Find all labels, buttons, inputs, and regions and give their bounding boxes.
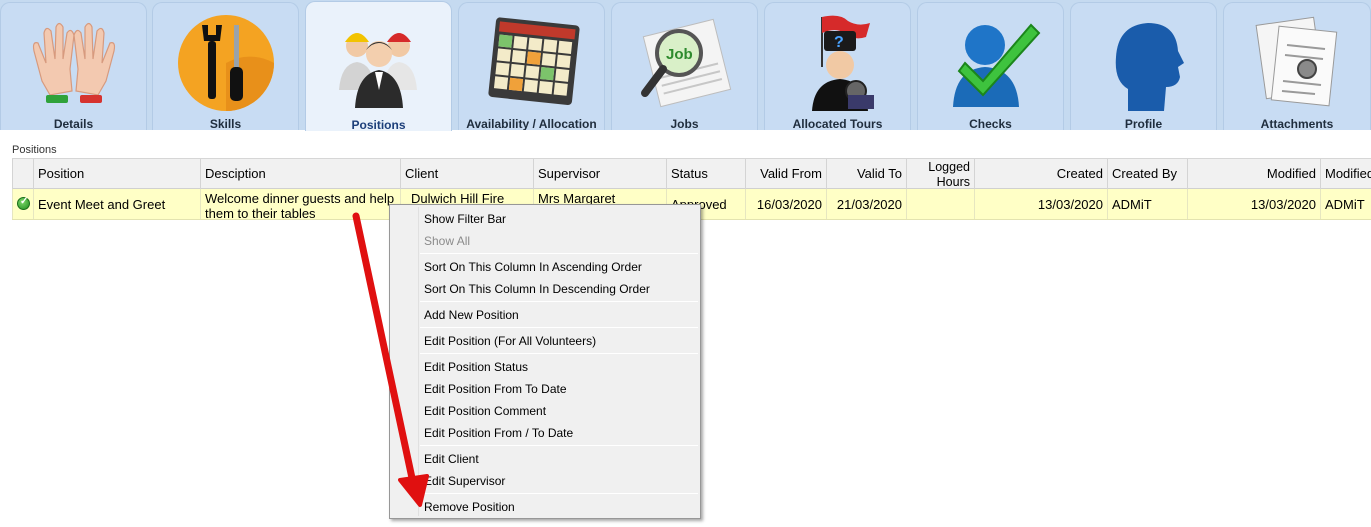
tab-label: Allocated Tours xyxy=(792,117,883,130)
tab-positions[interactable]: Positions xyxy=(305,1,452,131)
header-modified-by[interactable]: Modified xyxy=(1320,159,1371,189)
tab-label: Positions xyxy=(351,118,406,131)
menu-item-add-new-position[interactable]: Add New Position xyxy=(392,304,698,326)
context-menu: Show Filter Bar Show All Sort On This Co… xyxy=(389,204,701,519)
svg-text:Job: Job xyxy=(666,46,693,63)
cell-modified[interactable]: 13/03/2020 xyxy=(1187,189,1320,219)
cell-created[interactable]: 13/03/2020 xyxy=(974,189,1107,219)
tab-label: Skills xyxy=(209,117,242,130)
checkmark-person-icon xyxy=(952,23,1040,107)
svg-text:?: ? xyxy=(834,34,844,51)
menu-separator xyxy=(420,493,698,494)
menu-item-edit-position-all[interactable]: Edit Position (For All Volunteers) xyxy=(392,330,698,352)
cell-position[interactable]: Event Meet and Greet xyxy=(33,189,200,219)
tab-label: Checks xyxy=(969,117,1012,130)
tab-label: Profile xyxy=(1124,117,1163,130)
tools-icon xyxy=(177,15,274,111)
menu-item-sort-ascending[interactable]: Sort On This Column In Ascending Order xyxy=(392,256,698,278)
menu-separator xyxy=(420,353,698,354)
tab-attachments[interactable]: Attachments xyxy=(1223,2,1371,130)
menu-separator xyxy=(420,253,698,254)
cell-valid-from[interactable]: 16/03/2020 xyxy=(745,189,826,219)
tab-label: Availability / Allocation xyxy=(466,117,597,130)
menu-item-sort-descending[interactable]: Sort On This Column In Descending Order xyxy=(392,278,698,300)
approved-check-icon xyxy=(17,196,30,210)
header-valid-from[interactable]: Valid From xyxy=(745,159,826,189)
tab-allocated-tours[interactable]: ? Allocated Tours xyxy=(764,2,911,130)
cell-description[interactable]: Welcome dinner guests and help them to t… xyxy=(200,189,400,219)
header-supervisor[interactable]: Supervisor xyxy=(533,159,666,189)
cell-modified-by[interactable]: ADMiT xyxy=(1320,189,1371,219)
menu-item-edit-position-from-to-date[interactable]: Edit Position From To Date xyxy=(392,378,698,400)
header-indicator xyxy=(12,159,33,189)
tab-label: Details xyxy=(53,117,94,130)
menu-separator xyxy=(420,327,698,328)
menu-item-remove-position[interactable]: Remove Position xyxy=(392,496,698,518)
cell-logged-hours[interactable] xyxy=(906,189,974,219)
menu-separator xyxy=(420,445,698,446)
tab-checks[interactable]: Checks xyxy=(917,2,1064,130)
grid-caption: Positions xyxy=(12,144,57,156)
header-created-by[interactable]: Created By xyxy=(1107,159,1187,189)
tab-availability-allocation[interactable]: Availability / Allocation xyxy=(458,2,605,130)
header-logged-hours-line1: Logged xyxy=(928,160,970,174)
grid-header: Position Desciption Client Supervisor St… xyxy=(12,158,1371,189)
header-status[interactable]: Status xyxy=(666,159,745,189)
menu-item-show-filter-bar[interactable]: Show Filter Bar xyxy=(392,208,698,230)
menu-separator xyxy=(420,301,698,302)
cell-valid-to[interactable]: 21/03/2020 xyxy=(826,189,906,219)
people-icon xyxy=(338,33,417,108)
menu-item-edit-position-comment[interactable]: Edit Position Comment xyxy=(392,400,698,422)
menu-item-edit-client[interactable]: Edit Client xyxy=(392,448,698,470)
header-description[interactable]: Desciption xyxy=(200,159,400,189)
menu-item-edit-position-from-slash-to-date[interactable]: Edit Position From / To Date xyxy=(392,422,698,444)
menu-item-show-all[interactable]: Show All xyxy=(392,230,698,252)
hands-icon xyxy=(32,22,115,103)
header-logged-hours-line2: Hours xyxy=(936,175,970,189)
cell-created-by[interactable]: ADMiT xyxy=(1107,189,1187,219)
tour-flag-icon: ? xyxy=(811,15,874,111)
profile-head-icon xyxy=(1115,23,1184,111)
header-modified[interactable]: Modified xyxy=(1187,159,1320,189)
header-logged-hours[interactable]: Logged Hours xyxy=(906,159,974,189)
header-valid-to[interactable]: Valid To xyxy=(826,159,906,189)
row-status-indicator xyxy=(12,189,33,219)
header-position[interactable]: Position xyxy=(33,159,200,189)
job-search-icon: Job xyxy=(640,18,731,108)
calendar-icon xyxy=(487,17,580,105)
menu-item-edit-supervisor[interactable]: Edit Supervisor xyxy=(392,470,698,492)
tab-label: Attachments xyxy=(1260,117,1334,130)
tab-profile[interactable]: Profile xyxy=(1070,2,1217,130)
header-client[interactable]: Client xyxy=(400,159,533,189)
tab-skills[interactable]: Skills xyxy=(152,2,299,130)
tab-label: Jobs xyxy=(670,117,699,130)
documents-icon xyxy=(1255,16,1338,107)
header-created[interactable]: Created xyxy=(974,159,1107,189)
menu-item-edit-position-status[interactable]: Edit Position Status xyxy=(392,356,698,378)
tab-details[interactable]: Details xyxy=(0,2,147,130)
tab-jobs[interactable]: Job Jobs xyxy=(611,2,758,130)
module-tab-bar: Details Skills Positions Availability / … xyxy=(0,0,1371,131)
